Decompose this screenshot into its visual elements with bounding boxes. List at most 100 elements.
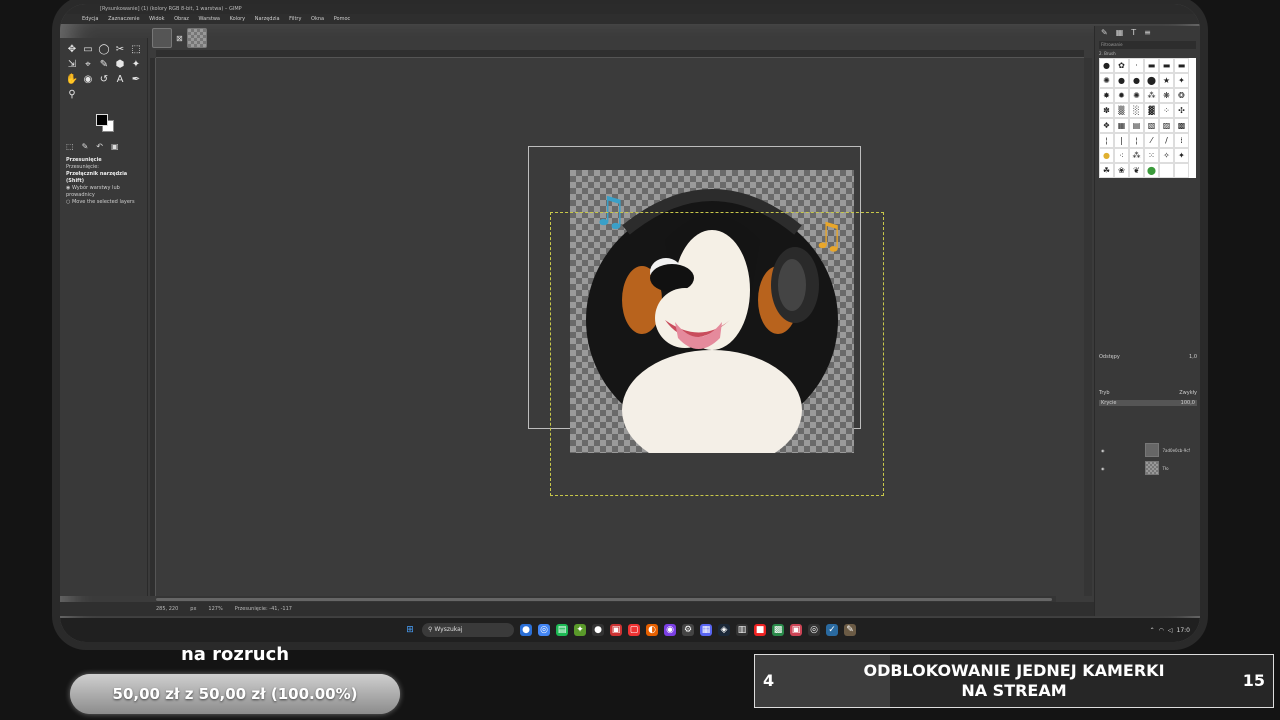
brush-item[interactable]: ▬ [1174, 58, 1189, 73]
brush-item[interactable]: ✽ [1099, 103, 1114, 118]
brush-item[interactable]: ▬ [1159, 58, 1174, 73]
ink-icon[interactable]: ✒ [128, 72, 144, 87]
chevron-up-icon[interactable]: ⌃ [1150, 627, 1155, 634]
layer-row[interactable]: ◉ 7ad0e0cb-9cf [1095, 442, 1200, 458]
dodge-icon[interactable]: ◉ [80, 72, 96, 87]
brush-item[interactable]: ❀ [1114, 163, 1129, 178]
brush-item[interactable]: ● [1099, 148, 1114, 163]
spacing-value[interactable]: 1,0 [1189, 354, 1197, 360]
chrome-icon[interactable]: ◎ [538, 624, 550, 636]
app-icon[interactable]: ✓ [826, 624, 838, 636]
foreground-color[interactable] [96, 114, 108, 126]
app-icon[interactable]: ● [592, 624, 604, 636]
menu-tools[interactable]: Narzędzia [255, 16, 280, 22]
menu-select[interactable]: Zaznaczenie [108, 16, 139, 22]
brush-item[interactable] [1159, 163, 1174, 178]
brush-item[interactable]: ⬤ [1144, 73, 1159, 88]
menu-colors[interactable]: Kolory [230, 16, 246, 22]
image-tab-empty[interactable] [186, 28, 207, 48]
obs-icon[interactable]: ◎ [808, 624, 820, 636]
heal-icon[interactable]: ✦ [128, 57, 144, 72]
brush-item[interactable]: ⁂ [1129, 148, 1144, 163]
brush-item[interactable]: ▦ [1114, 118, 1129, 133]
mode-select[interactable]: Zwykły [1179, 390, 1197, 396]
images-icon[interactable]: ▣ [111, 142, 119, 151]
opacity-value[interactable]: 100,0 [1181, 400, 1195, 406]
brush-item[interactable]: ▧ [1144, 118, 1159, 133]
brush-item[interactable]: ¦ [1129, 133, 1144, 148]
eye-icon[interactable]: ◉ [1101, 448, 1105, 453]
image-tab-dog[interactable] [152, 28, 172, 48]
brush-item[interactable]: ▬ [1144, 58, 1159, 73]
scissors-icon[interactable]: ✂ [112, 42, 128, 57]
app-icon[interactable]: ▢ [628, 624, 640, 636]
brush-item[interactable]: ✦ [1174, 148, 1189, 163]
menu-filters[interactable]: Filtry [289, 16, 301, 22]
rotate-icon[interactable]: ↺ [96, 72, 112, 87]
app-icon[interactable]: ⚙ [682, 624, 694, 636]
steam-icon[interactable]: ◈ [718, 624, 730, 636]
app-icon[interactable]: ▣ [790, 624, 802, 636]
brush-item[interactable]: ✿ [1114, 58, 1129, 73]
brush-item[interactable]: ● [1099, 58, 1114, 73]
device-status-icon[interactable]: ✎ [82, 142, 89, 151]
brush-item[interactable]: ✧ [1159, 148, 1174, 163]
brush-item[interactable]: ⁖ [1114, 148, 1129, 163]
brush-item[interactable]: ✺ [1099, 73, 1114, 88]
volume-icon[interactable]: ◁ [1168, 627, 1173, 634]
brush-item[interactable]: ░ [1129, 103, 1144, 118]
free-select-icon[interactable]: ◯ [96, 42, 112, 57]
menu-edit[interactable]: Edycja [82, 16, 99, 22]
zoom-icon[interactable]: ⚲ [64, 87, 80, 102]
close-icon[interactable]: ⊠ [176, 34, 183, 43]
brush-item[interactable]: ☘ [1099, 163, 1114, 178]
firefox-icon[interactable]: ◐ [646, 624, 658, 636]
eye-icon[interactable]: ◉ [1101, 466, 1105, 471]
vertical-scrollbar[interactable] [1084, 58, 1092, 596]
gimp-icon[interactable]: ✎ [844, 624, 856, 636]
menu-layer[interactable]: Warstwa [199, 16, 220, 22]
brush-item[interactable]: | [1114, 133, 1129, 148]
brush-item[interactable]: ❖ [1099, 118, 1114, 133]
option-pick-layer[interactable]: Wybór warstwy lub prowadnicy [66, 185, 120, 198]
brush-item[interactable]: ✣ [1174, 103, 1189, 118]
warp-icon[interactable]: ⌖ [80, 57, 96, 72]
menu-help[interactable]: Pomoc [334, 16, 351, 22]
brush-item[interactable]: ▒ [1114, 103, 1129, 118]
brush-item[interactable]: ❋ [1159, 88, 1174, 103]
brush-item[interactable]: ¦ [1099, 133, 1114, 148]
menu-view[interactable]: Widok [149, 16, 164, 22]
layer-row[interactable]: ◉ Tło [1095, 460, 1200, 476]
option-move-selected[interactable]: Move the selected layers [72, 199, 135, 205]
zoom-select[interactable]: 127% [208, 602, 222, 616]
brushes-tab-icon[interactable]: ✎ [1101, 28, 1108, 37]
brush-item[interactable] [1174, 163, 1189, 178]
brush-item[interactable]: ❦ [1129, 163, 1144, 178]
app-icon[interactable]: ▣ [610, 624, 622, 636]
brush-item[interactable]: ▓ [1144, 103, 1159, 118]
brush-item[interactable]: ❂ [1174, 88, 1189, 103]
pencil-icon[interactable]: ✎ [96, 57, 112, 72]
patterns-tab-icon[interactable]: ▦ [1116, 28, 1124, 37]
brush-item[interactable]: ✸ [1099, 88, 1114, 103]
crop-icon[interactable]: ⬚ [128, 42, 144, 57]
layer-name[interactable]: Tło [1163, 466, 1169, 471]
brush-item[interactable]: ⁄ [1144, 133, 1159, 148]
brush-item[interactable]: ✹ [1114, 88, 1129, 103]
menu-windows[interactable]: Okna [311, 16, 324, 22]
color-swatches[interactable] [96, 114, 116, 134]
transform-icon[interactable]: ⇲ [64, 57, 80, 72]
scroll-thumb[interactable] [156, 598, 1052, 601]
rect-select-icon[interactable]: ▭ [80, 42, 96, 57]
brush-item[interactable]: ⬤ [1144, 163, 1159, 178]
brush-item[interactable]: ★ [1159, 73, 1174, 88]
brush-item[interactable]: ▨ [1159, 118, 1174, 133]
undo-history-icon[interactable]: ↶ [96, 142, 103, 151]
fonts-tab-icon[interactable]: T [1131, 28, 1136, 37]
taskbar-search[interactable]: ⚲ Wyszukaj [422, 623, 514, 637]
image-canvas[interactable]: ♫ ♫ [156, 58, 1084, 596]
text-tool-icon[interactable]: A [112, 72, 128, 87]
bucket-icon[interactable]: ⬢ [112, 57, 128, 72]
brush-item[interactable]: · [1129, 58, 1144, 73]
app-icon[interactable]: ▩ [772, 624, 784, 636]
